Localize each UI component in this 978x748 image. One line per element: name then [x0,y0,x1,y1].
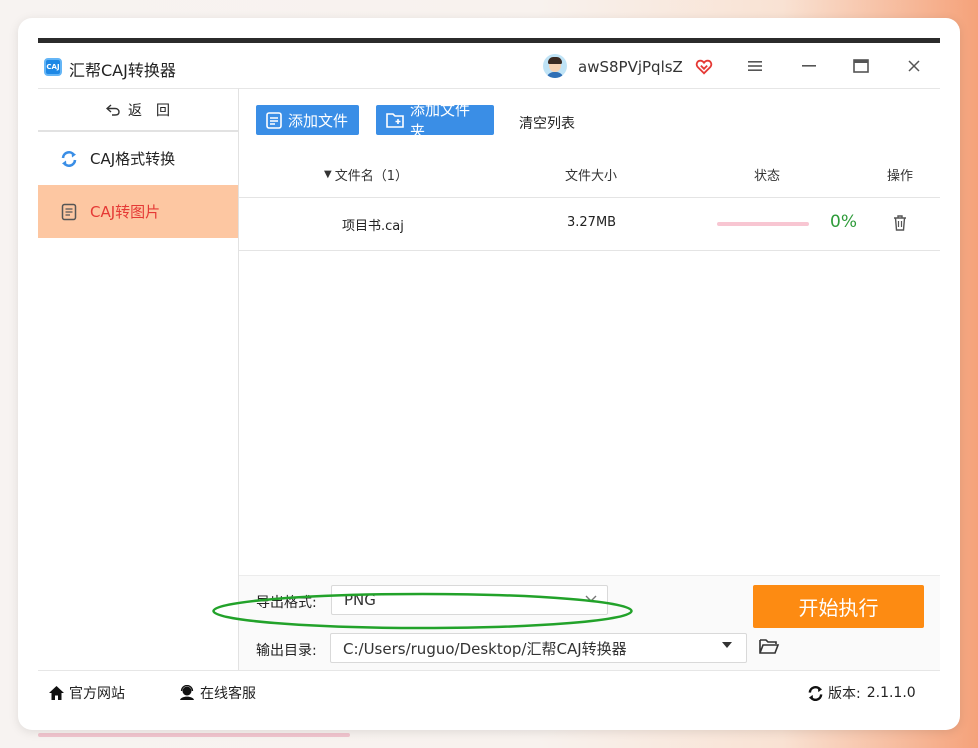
add-folder-label: 添加文件夹 [410,101,471,140]
chevron-down-icon [585,592,597,606]
sidebar-item-label: CAJ转图片 [90,203,161,221]
file-table-header: ▼ 文件名（1） 文件大小 状态 操作 [239,149,940,198]
sort-down-icon: ▼ [324,169,332,180]
version-label: 版本: [828,686,861,702]
progress-bar [717,222,809,226]
user-avatar[interactable] [543,54,567,78]
vip-heart-icon[interactable] [695,58,713,76]
background-progress-bar [38,733,350,737]
output-dir-select[interactable]: C:/Users/ruguo/Desktop/汇帮CAJ转换器 [330,633,747,663]
back-button[interactable]: 返 回 [38,89,238,132]
app-logo-text: CAJ [46,63,60,71]
close-icon [908,60,920,72]
open-folder-icon[interactable] [758,636,780,656]
toolbar: 添加文件 添加文件夹 清空列表 [239,89,940,149]
column-header-status: 状态 [754,169,781,184]
delete-trash-icon[interactable] [892,214,908,232]
support-label: 在线客服 [200,686,256,702]
app-window: CAJ 汇帮CAJ转换器 awS8PVjPqlsZ 返 回 CAJ格式转换 CA… [38,38,940,710]
maximize-button[interactable] [847,53,875,79]
back-arrow-icon [106,103,120,116]
avatar-hair [548,57,562,64]
version-info[interactable]: 版本: 2.1.1.0 [807,683,916,703]
dropdown-caret-icon [722,642,732,648]
add-file-button[interactable]: 添加文件 [256,105,359,135]
app-logo-icon: CAJ [44,58,62,76]
main-panel: 添加文件 添加文件夹 清空列表 ▼ 文件名（1） 文件大小 状态 操作 项目书.… [239,88,940,671]
minimize-button[interactable] [795,53,823,79]
home-icon [48,685,65,701]
output-dir-value: C:/Users/ruguo/Desktop/汇帮CAJ转换器 [343,639,627,658]
file-size-cell: 3.27MB [567,215,617,230]
hamburger-icon [748,61,762,71]
sidebar-item-caj-format[interactable]: CAJ格式转换 [38,132,238,185]
progress-percent: 0% [830,212,857,232]
format-select-value: PNG [344,591,376,609]
add-folder-button[interactable]: 添加文件夹 [376,101,494,140]
minimize-icon [802,65,816,67]
app-title: 汇帮CAJ转换器 [69,61,176,80]
sidebar: 返 回 CAJ格式转换 CAJ转图片 [38,88,239,670]
add-file-label: 添加文件 [288,111,349,130]
output-dir-label: 输出目录: [256,643,317,659]
menu-button[interactable] [741,53,769,79]
website-link[interactable]: 官方网站 [48,683,125,703]
website-label: 官方网站 [69,686,125,702]
version-number: 2.1.1.0 [866,685,916,701]
sidebar-item-label: CAJ格式转换 [90,150,176,168]
file-name-cell: 项目书.caj [342,219,404,234]
refresh-icon [60,150,78,168]
close-button[interactable] [900,53,928,79]
avatar-body [546,72,564,78]
support-link[interactable]: 在线客服 [178,683,256,703]
column-header-size: 文件大小 [565,169,618,184]
column-header-name[interactable]: ▼ 文件名（1） [324,165,408,184]
column-header-name-label: 文件名（1） [334,169,408,184]
clear-list-button[interactable]: 清空列表 [519,113,575,133]
format-select[interactable]: PNG [331,585,608,615]
table-row[interactable]: 项目书.caj 3.27MB 0% [239,197,940,251]
column-header-action: 操作 [887,169,914,184]
document-icon [60,203,78,221]
footer: 官方网站 在线客服 版本: 2.1.1.0 [38,670,940,715]
maximize-icon [853,59,869,73]
support-agent-icon [178,685,196,701]
format-label: 导出格式: [256,595,317,611]
start-button[interactable]: 开始执行 [753,585,924,628]
update-refresh-icon [807,685,824,702]
add-folder-icon [386,112,404,128]
sidebar-item-caj-to-image[interactable]: CAJ转图片 [38,185,238,238]
back-label: 返 回 [128,102,170,119]
username[interactable]: awS8PVjPqlsZ [578,58,683,76]
output-settings-panel: 导出格式: PNG 输出目录: C:/Users/ruguo/Desktop/汇… [239,575,940,671]
title-bar: CAJ 汇帮CAJ转换器 awS8PVjPqlsZ [38,43,940,88]
add-file-icon [266,111,282,129]
